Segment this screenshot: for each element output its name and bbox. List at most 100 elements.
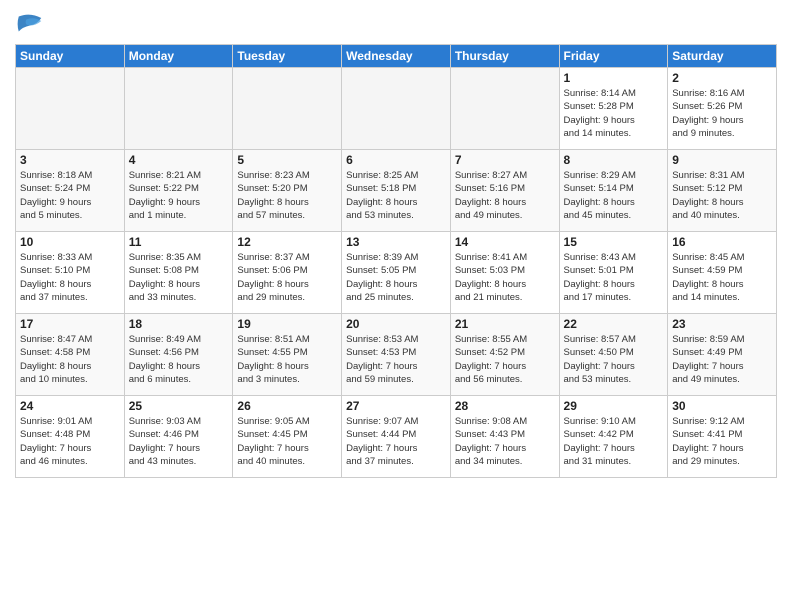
calendar-cell: 16 Sunrise: 8:45 AMSunset: 4:59 PMDayligh… xyxy=(668,232,777,314)
day-info: Sunrise: 8:16 AMSunset: 5:26 PMDaylight:… xyxy=(672,87,772,140)
day-number: 22 xyxy=(564,317,664,331)
calendar-cell: 18 Sunrise: 8:49 AMSunset: 4:56 PMDayligh… xyxy=(124,314,233,396)
calendar-cell xyxy=(16,68,125,150)
calendar-header-thursday: Thursday xyxy=(450,45,559,68)
day-info: Sunrise: 9:01 AMSunset: 4:48 PMDaylight:… xyxy=(20,415,120,468)
calendar-table: SundayMondayTuesdayWednesdayThursdayFrid… xyxy=(15,44,777,478)
calendar-cell: 4 Sunrise: 8:21 AMSunset: 5:22 PMDaylight… xyxy=(124,150,233,232)
calendar-cell: 29Sunrise: 9:10 AMSunset: 4:42 PMDayligh… xyxy=(559,396,668,478)
calendar-week-0: 1 Sunrise: 8:14 AMSunset: 5:28 PMDaylight… xyxy=(16,68,777,150)
day-info: Sunrise: 8:45 AMSunset: 4:59 PMDaylight:… xyxy=(672,251,772,304)
day-info: Sunrise: 8:25 AMSunset: 5:18 PMDaylight:… xyxy=(346,169,446,222)
calendar-cell: 12 Sunrise: 8:37 AMSunset: 5:06 PMDayligh… xyxy=(233,232,342,314)
day-info: Sunrise: 8:35 AMSunset: 5:08 PMDaylight:… xyxy=(129,251,229,304)
calendar-cell: 25Sunrise: 9:03 AMSunset: 4:46 PMDayligh… xyxy=(124,396,233,478)
calendar-cell: 3 Sunrise: 8:18 AMSunset: 5:24 PMDaylight… xyxy=(16,150,125,232)
day-info: Sunrise: 8:49 AMSunset: 4:56 PMDaylight:… xyxy=(129,333,229,386)
day-number: 25 xyxy=(129,399,229,413)
header xyxy=(15,10,777,38)
day-info: Sunrise: 8:31 AMSunset: 5:12 PMDaylight:… xyxy=(672,169,772,222)
day-number: 4 xyxy=(129,153,229,167)
calendar-header-friday: Friday xyxy=(559,45,668,68)
day-info: Sunrise: 9:05 AMSunset: 4:45 PMDaylight:… xyxy=(237,415,337,468)
day-number: 30 xyxy=(672,399,772,413)
calendar-header-tuesday: Tuesday xyxy=(233,45,342,68)
day-number: 20 xyxy=(346,317,446,331)
day-number: 27 xyxy=(346,399,446,413)
day-number: 16 xyxy=(672,235,772,249)
day-number: 19 xyxy=(237,317,337,331)
calendar-cell: 21 Sunrise: 8:55 AMSunset: 4:52 PMDayligh… xyxy=(450,314,559,396)
calendar-cell: 7 Sunrise: 8:27 AMSunset: 5:16 PMDaylight… xyxy=(450,150,559,232)
calendar-week-2: 10 Sunrise: 8:33 AMSunset: 5:10 PMDayligh… xyxy=(16,232,777,314)
calendar-cell: 26 Sunrise: 9:05 AMSunset: 4:45 PMDayligh… xyxy=(233,396,342,478)
day-number: 26 xyxy=(237,399,337,413)
day-number: 17 xyxy=(20,317,120,331)
logo xyxy=(15,10,49,38)
calendar-cell: 27 Sunrise: 9:07 AMSunset: 4:44 PMDayligh… xyxy=(342,396,451,478)
calendar-cell xyxy=(124,68,233,150)
day-number: 18 xyxy=(129,317,229,331)
calendar-cell: 9Sunrise: 8:31 AMSunset: 5:12 PMDaylight… xyxy=(668,150,777,232)
day-number: 7 xyxy=(455,153,555,167)
day-number: 23 xyxy=(672,317,772,331)
day-info: Sunrise: 8:21 AMSunset: 5:22 PMDaylight:… xyxy=(129,169,229,222)
calendar-cell: 13 Sunrise: 8:39 AMSunset: 5:05 PMDayligh… xyxy=(342,232,451,314)
calendar-cell xyxy=(342,68,451,150)
day-info: Sunrise: 9:08 AMSunset: 4:43 PMDaylight:… xyxy=(455,415,555,468)
day-number: 1 xyxy=(564,71,664,85)
calendar-cell: 6Sunrise: 8:25 AMSunset: 5:18 PMDaylight… xyxy=(342,150,451,232)
day-info: Sunrise: 8:29 AMSunset: 5:14 PMDaylight:… xyxy=(564,169,664,222)
calendar-cell: 28 Sunrise: 9:08 AMSunset: 4:43 PMDayligh… xyxy=(450,396,559,478)
calendar-week-4: 24Sunrise: 9:01 AMSunset: 4:48 PMDayligh… xyxy=(16,396,777,478)
calendar-cell: 2 Sunrise: 8:16 AMSunset: 5:26 PMDaylight… xyxy=(668,68,777,150)
calendar-week-1: 3 Sunrise: 8:18 AMSunset: 5:24 PMDaylight… xyxy=(16,150,777,232)
day-info: Sunrise: 8:55 AMSunset: 4:52 PMDaylight:… xyxy=(455,333,555,386)
calendar-cell: 19 Sunrise: 8:51 AMSunset: 4:55 PMDayligh… xyxy=(233,314,342,396)
calendar-cell: 24Sunrise: 9:01 AMSunset: 4:48 PMDayligh… xyxy=(16,396,125,478)
day-number: 2 xyxy=(672,71,772,85)
day-info: Sunrise: 8:37 AMSunset: 5:06 PMDaylight:… xyxy=(237,251,337,304)
calendar-cell: 10 Sunrise: 8:33 AMSunset: 5:10 PMDayligh… xyxy=(16,232,125,314)
day-number: 11 xyxy=(129,235,229,249)
day-info: Sunrise: 8:41 AMSunset: 5:03 PMDaylight:… xyxy=(455,251,555,304)
calendar-cell: 15Sunrise: 8:43 AMSunset: 5:01 PMDayligh… xyxy=(559,232,668,314)
calendar-cell: 1 Sunrise: 8:14 AMSunset: 5:28 PMDaylight… xyxy=(559,68,668,150)
calendar-cell: 14 Sunrise: 8:41 AMSunset: 5:03 PMDayligh… xyxy=(450,232,559,314)
calendar-cell: 20Sunrise: 8:53 AMSunset: 4:53 PMDayligh… xyxy=(342,314,451,396)
day-info: Sunrise: 8:18 AMSunset: 5:24 PMDaylight:… xyxy=(20,169,120,222)
day-info: Sunrise: 8:23 AMSunset: 5:20 PMDaylight:… xyxy=(237,169,337,222)
calendar-header-sunday: Sunday xyxy=(16,45,125,68)
calendar-cell xyxy=(233,68,342,150)
day-info: Sunrise: 8:47 AMSunset: 4:58 PMDaylight:… xyxy=(20,333,120,386)
day-info: Sunrise: 8:39 AMSunset: 5:05 PMDaylight:… xyxy=(346,251,446,304)
calendar-cell: 11 Sunrise: 8:35 AMSunset: 5:08 PMDayligh… xyxy=(124,232,233,314)
page-container: SundayMondayTuesdayWednesdayThursdayFrid… xyxy=(0,0,792,488)
day-number: 14 xyxy=(455,235,555,249)
day-info: Sunrise: 9:10 AMSunset: 4:42 PMDaylight:… xyxy=(564,415,664,468)
calendar-header-saturday: Saturday xyxy=(668,45,777,68)
day-info: Sunrise: 8:33 AMSunset: 5:10 PMDaylight:… xyxy=(20,251,120,304)
day-number: 21 xyxy=(455,317,555,331)
day-number: 28 xyxy=(455,399,555,413)
logo-icon xyxy=(15,10,45,38)
calendar-week-3: 17 Sunrise: 8:47 AMSunset: 4:58 PMDayligh… xyxy=(16,314,777,396)
calendar-cell: 30Sunrise: 9:12 AMSunset: 4:41 PMDayligh… xyxy=(668,396,777,478)
day-info: Sunrise: 9:07 AMSunset: 4:44 PMDaylight:… xyxy=(346,415,446,468)
calendar-cell: 8 Sunrise: 8:29 AMSunset: 5:14 PMDaylight… xyxy=(559,150,668,232)
calendar-header-monday: Monday xyxy=(124,45,233,68)
calendar-header-row: SundayMondayTuesdayWednesdayThursdayFrid… xyxy=(16,45,777,68)
day-number: 10 xyxy=(20,235,120,249)
day-info: Sunrise: 8:43 AMSunset: 5:01 PMDaylight:… xyxy=(564,251,664,304)
day-number: 3 xyxy=(20,153,120,167)
calendar-cell: 22Sunrise: 8:57 AMSunset: 4:50 PMDayligh… xyxy=(559,314,668,396)
day-info: Sunrise: 8:14 AMSunset: 5:28 PMDaylight:… xyxy=(564,87,664,140)
day-number: 8 xyxy=(564,153,664,167)
day-number: 5 xyxy=(237,153,337,167)
calendar-header-wednesday: Wednesday xyxy=(342,45,451,68)
day-number: 13 xyxy=(346,235,446,249)
day-info: Sunrise: 8:59 AMSunset: 4:49 PMDaylight:… xyxy=(672,333,772,386)
day-number: 12 xyxy=(237,235,337,249)
day-info: Sunrise: 8:51 AMSunset: 4:55 PMDaylight:… xyxy=(237,333,337,386)
day-info: Sunrise: 8:27 AMSunset: 5:16 PMDaylight:… xyxy=(455,169,555,222)
